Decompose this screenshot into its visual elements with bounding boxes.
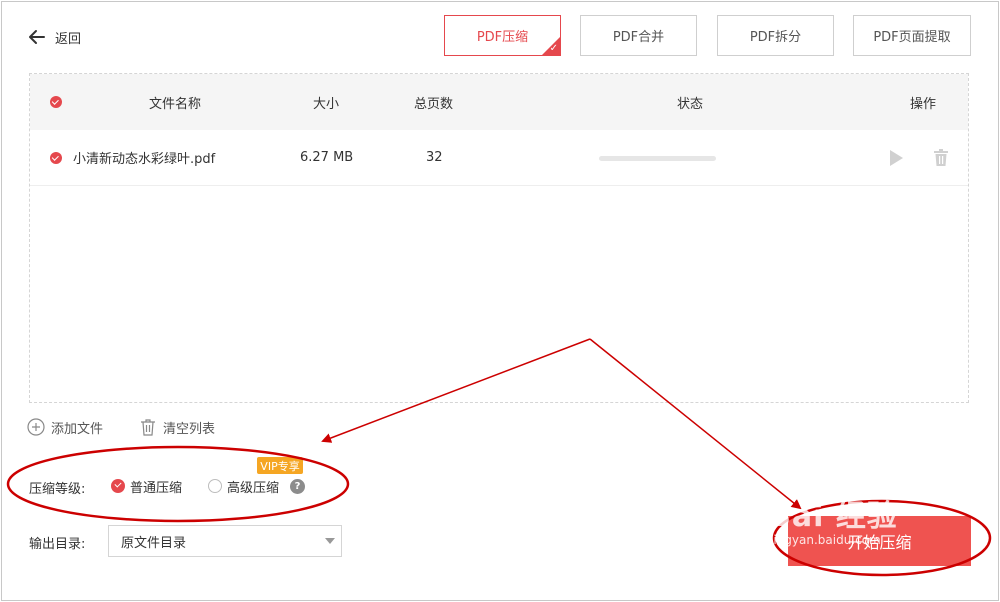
output-dir-label: 输出目录: <box>29 537 86 552</box>
vip-badge: VIP专享 <box>257 457 303 474</box>
trash-outline-icon <box>141 419 155 436</box>
select-all-checkbox[interactable] <box>50 74 62 130</box>
check-icon: ✓ <box>549 43 558 54</box>
add-file-label: 添加文件 <box>51 421 104 437</box>
plus-circle-icon <box>27 418 45 436</box>
radio-advanced-compress[interactable]: 高级压缩 <box>208 477 280 496</box>
file-pages: 32 <box>426 150 443 165</box>
output-dir-select[interactable]: 原文件目录 <box>108 525 342 557</box>
file-table: 文件名称 大小 总页数 状态 操作 小清新动态水彩绿叶.pdf 6.27 MB … <box>29 73 969 403</box>
play-button[interactable] <box>888 130 904 185</box>
column-header-action: 操作 <box>910 96 937 112</box>
checked-icon <box>50 96 62 108</box>
tab-pdf-split[interactable]: PDF拆分 <box>717 15 834 56</box>
trash-icon <box>934 148 948 166</box>
file-size: 6.27 MB <box>300 150 354 165</box>
start-compress-button[interactable]: 开始压缩 <box>788 516 971 566</box>
tab-label: PDF拆分 <box>749 30 802 45</box>
radio-unchecked-icon <box>208 479 222 493</box>
status-progress-bar <box>599 156 716 161</box>
column-header-size: 大小 <box>313 96 340 112</box>
tab-pdf-compress[interactable]: PDF压缩 ✓ <box>444 15 561 56</box>
compression-level-label: 压缩等级: <box>29 482 86 497</box>
add-file-button[interactable]: 添加文件 <box>27 417 103 437</box>
radio-label: 高级压缩 <box>227 480 280 496</box>
file-name: 小清新动态水彩绿叶.pdf <box>73 152 216 167</box>
tab-label: PDF页面提取 <box>873 30 951 45</box>
clear-list-button[interactable]: 清空列表 <box>139 417 215 437</box>
start-button-label: 开始压缩 <box>847 533 912 552</box>
clear-list-label: 清空列表 <box>163 421 216 437</box>
column-header-pages: 总页数 <box>414 96 454 112</box>
play-icon <box>890 149 903 166</box>
tab-pdf-merge[interactable]: PDF合并 <box>580 15 697 56</box>
help-icon[interactable]: ? <box>290 479 305 494</box>
tab-label: PDF合并 <box>612 30 665 45</box>
table-row: 小清新动态水彩绿叶.pdf 6.27 MB 32 <box>30 130 968 186</box>
back-button[interactable]: 返回 <box>27 26 81 48</box>
checked-icon <box>50 151 62 164</box>
delete-button[interactable] <box>933 130 949 185</box>
caret-down-icon <box>325 538 335 544</box>
tab-label: PDF压缩 <box>476 30 529 45</box>
table-header: 文件名称 大小 总页数 状态 操作 <box>30 74 968 130</box>
radio-normal-compress[interactable]: 普通压缩 <box>111 477 183 496</box>
column-header-name: 文件名称 <box>149 96 202 112</box>
tab-pdf-page-extract[interactable]: PDF页面提取 <box>853 15 971 56</box>
arrow-left-icon <box>29 30 45 44</box>
output-dir-value: 原文件目录 <box>121 535 187 551</box>
radio-label: 普通压缩 <box>130 480 183 496</box>
column-header-status: 状态 <box>677 96 704 112</box>
back-label: 返回 <box>55 31 82 47</box>
radio-checked-icon <box>111 479 125 493</box>
row-checkbox[interactable] <box>50 130 62 185</box>
